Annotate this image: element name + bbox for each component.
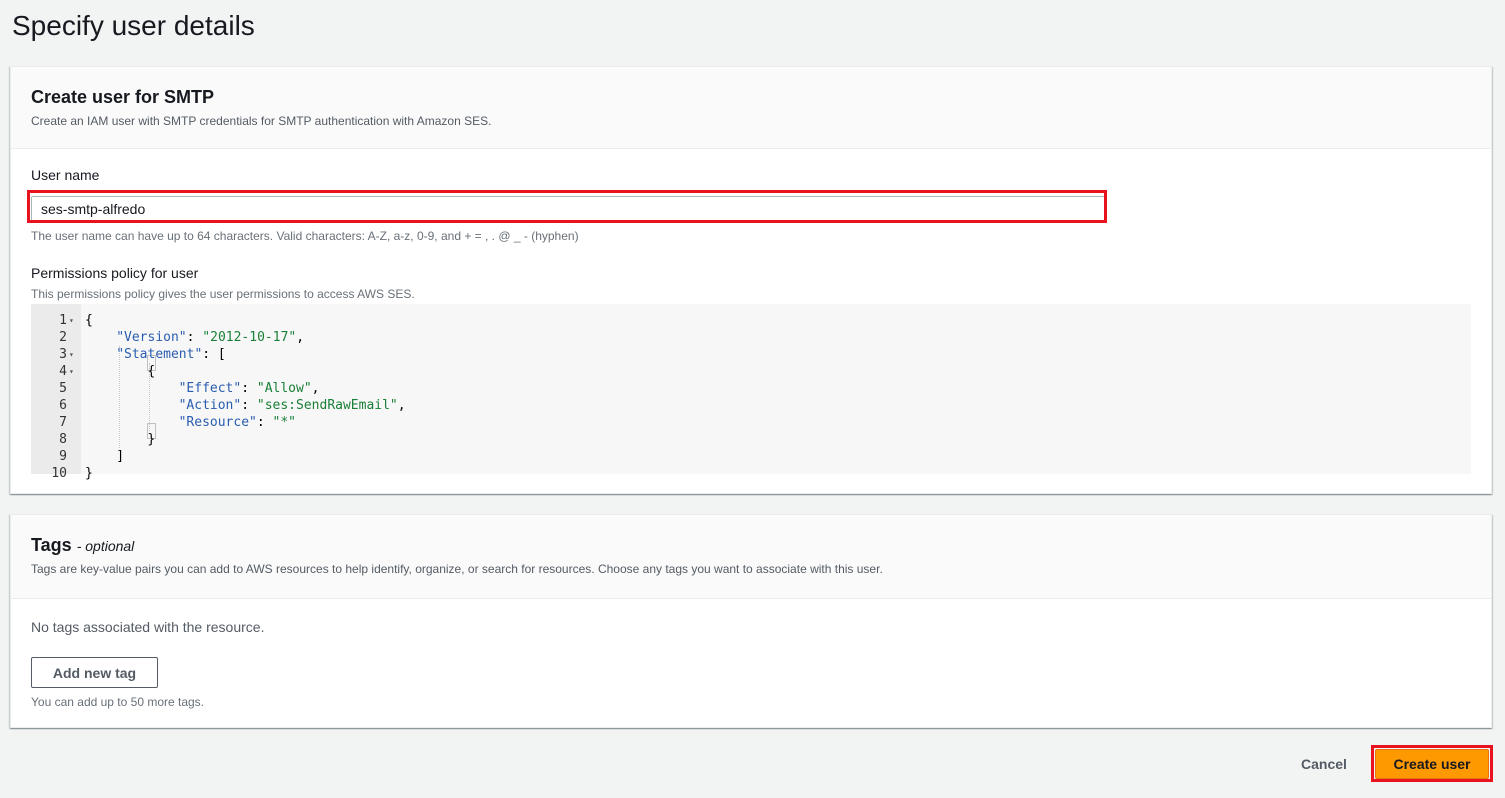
policy-code-editor[interactable]: 1 ▾{2 "Version": "2012-10-17", 3 ▾ "Statement… [31,304,1471,481]
add-new-tag-button[interactable]: Add new tag [31,657,158,688]
json-punctuation: : [241,381,257,396]
line-number: 5 [59,381,67,396]
cancel-button[interactable]: Cancel [1284,750,1364,778]
code-text: { [147,363,155,380]
policy-hint: This permissions policy gives the user p… [31,287,415,301]
code-line: 2 "Version": "2012-10-17", [31,329,1471,346]
line-number: 8 [59,432,67,447]
line-number: 6 [59,398,67,413]
json-punctuation: ] [116,449,125,464]
tags-limit-hint: You can add up to 50 more tags. [31,695,205,709]
json-string: "*" [272,415,297,430]
code-text: } [85,465,93,482]
line-number: 9 [59,449,67,464]
tags-title-text: Tags [31,535,72,555]
code-text: "Statement": [ [116,346,226,363]
smtp-panel-header: Create user for SMTP Create an IAM user … [11,67,1491,149]
line-number: 1 [59,313,67,328]
code-line: 7 "Resource": "*" [31,414,1471,431]
json-punctuation: : [ [202,347,226,362]
json-string: "Allow" [256,381,312,396]
line-number: 2 [59,330,67,345]
page-title: Specify user details [12,10,255,41]
json-key: "Resource" [178,415,257,430]
fold-arrow-icon[interactable]: ▾ [69,363,79,380]
json-punctuation: } [85,466,93,481]
json-key: "Version" [116,330,187,345]
json-punctuation: : [256,415,273,430]
json-punctuation: , [397,398,406,413]
code-text: "Version": "2012-10-17", [116,329,304,346]
fold-arrow-icon[interactable]: ▾ [69,346,79,363]
json-string: "2012-10-17" [202,330,297,345]
code-text: "Resource": "*" [179,414,296,431]
tags-panel: Tags - optional Tags are key-value pairs… [10,514,1492,728]
tags-empty-text: No tags associated with the resource. [31,619,265,635]
code-text: "Action": "ses:SendRawEmail", [179,397,406,414]
username-input[interactable] [31,196,1105,222]
tags-panel-title: Tags - optional [31,535,1471,556]
code-line: 9] [31,448,1471,465]
code-line: 4 ▾ { [31,363,1471,380]
json-key: "Statement" [116,347,203,362]
line-number: 10 [51,466,67,481]
tags-panel-header: Tags - optional Tags are key-value pairs… [11,515,1491,599]
policy-label: Permissions policy for user [31,265,199,281]
code-line: 3 ▾ "Statement": [ [31,346,1471,363]
json-key: "Effect" [178,381,242,396]
code-text: "Effect": "Allow", [179,380,320,397]
smtp-panel-title: Create user for SMTP [31,87,215,107]
json-punctuation: : [186,330,203,345]
username-label: User name [31,167,100,183]
json-key: "Action" [178,398,242,413]
code-text: ] [116,448,124,465]
json-punctuation: } [147,432,156,447]
fold-arrow-icon[interactable]: ▾ [69,312,79,329]
tags-panel-description: Tags are key-value pairs you can add to … [31,562,883,576]
code-text: { [85,312,93,329]
json-string: "ses:SendRawEmail" [256,398,398,413]
code-line: 1 ▾ { [31,312,1471,329]
create-user-button[interactable]: Create user [1375,749,1489,779]
line-number: 3 [59,347,67,362]
code-line: 5 "Effect": "Allow", [31,380,1471,397]
username-hint: The user name can have up to 64 characte… [31,229,579,243]
json-punctuation: : [241,398,257,413]
tags-optional-label: - optional [76,538,135,554]
line-number: 7 [59,415,67,430]
json-punctuation: { [147,364,156,379]
smtp-panel-description: Create an IAM user with SMTP credentials… [31,114,492,128]
code-line: 6 "Action": "ses:SendRawEmail", [31,397,1471,414]
line-number: 4 [59,364,67,379]
smtp-user-panel: Create user for SMTP Create an IAM user … [10,66,1492,494]
json-punctuation: , [311,381,320,396]
code-line: 8} [31,431,1471,448]
code-line: 10} [31,465,1471,482]
json-punctuation: , [296,330,305,345]
json-punctuation: { [85,313,93,328]
code-text: } [147,431,155,448]
